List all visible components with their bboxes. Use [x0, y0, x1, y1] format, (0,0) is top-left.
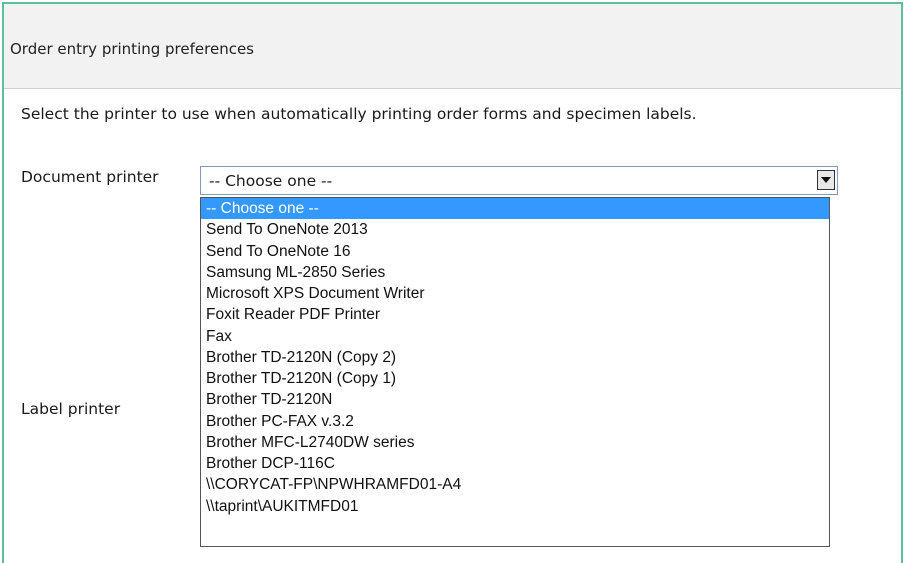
chevron-down-icon [821, 177, 831, 183]
document-printer-selected-value: -- Choose one -- [209, 172, 333, 190]
dropdown-option[interactable]: \\CORYCAT-FP\NPWHRAMFD01-A4 [201, 474, 829, 495]
panel-header: Order entry printing preferences [4, 4, 901, 89]
dropdown-option[interactable]: Brother PC-FAX v.3.2 [201, 411, 829, 432]
document-printer-options-list: -- Choose one -- Send To OneNote 2013 Se… [200, 197, 830, 547]
dropdown-option[interactable]: Microsoft XPS Document Writer [201, 283, 829, 304]
dropdown-option[interactable]: Brother TD-2120N [201, 389, 829, 410]
panel-title: Order entry printing preferences [10, 40, 254, 58]
dropdown-option[interactable]: Brother MFC-L2740DW series [201, 432, 829, 453]
preferences-panel: Order entry printing preferences Select … [2, 2, 903, 563]
document-printer-label: Document printer [21, 168, 159, 186]
label-printer-label: Label printer [21, 400, 121, 418]
dropdown-option[interactable]: Samsung ML-2850 Series [201, 262, 829, 283]
dropdown-option[interactable]: Fax [201, 326, 829, 347]
dropdown-option[interactable]: Brother TD-2120N (Copy 2) [201, 347, 829, 368]
dropdown-option[interactable]: Send To OneNote 16 [201, 241, 829, 262]
document-printer-select[interactable]: -- Choose one -- [200, 166, 838, 195]
dropdown-option[interactable]: Brother DCP-116C [201, 453, 829, 474]
dropdown-arrow-button[interactable] [817, 170, 835, 190]
dropdown-option[interactable]: Foxit Reader PDF Printer [201, 304, 829, 325]
instructions-text: Select the printer to use when automatic… [21, 105, 697, 123]
dropdown-option[interactable]: \\taprint\AUKITMFD01 [201, 496, 829, 517]
dropdown-option[interactable]: -- Choose one -- [201, 198, 829, 220]
dropdown-option[interactable]: Send To OneNote 2013 [201, 219, 829, 240]
dropdown-option[interactable]: Brother TD-2120N (Copy 1) [201, 368, 829, 389]
